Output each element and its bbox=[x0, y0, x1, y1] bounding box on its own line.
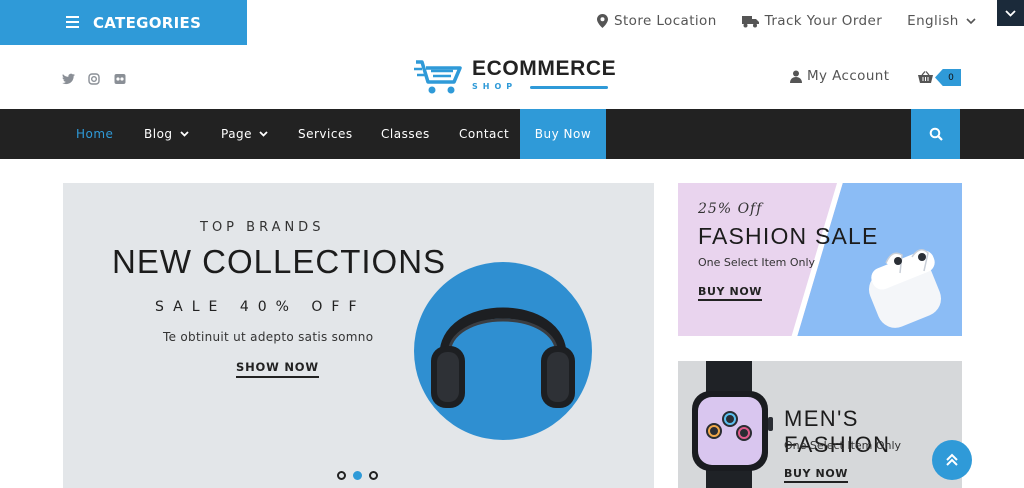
scroll-to-top-button[interactable] bbox=[932, 440, 972, 480]
my-account-link[interactable]: My Account bbox=[790, 68, 889, 84]
nav-item-blog[interactable]: Blog bbox=[144, 109, 189, 159]
nav-item-classes[interactable]: Classes bbox=[381, 109, 430, 159]
search-icon bbox=[929, 127, 943, 141]
nav-item-label: Buy Now bbox=[534, 127, 592, 141]
chevron-down-icon bbox=[179, 131, 189, 137]
store-location-label: Store Location bbox=[614, 13, 717, 29]
categories-label: CATEGORIES bbox=[93, 13, 202, 32]
brand-logo[interactable]: ECOMMERCE SHOP bbox=[414, 56, 617, 100]
promo-discount: 25% Off bbox=[698, 201, 763, 217]
nav-item-home[interactable]: Home bbox=[76, 109, 113, 159]
promo-subtitle: One Select Item Only bbox=[784, 439, 902, 452]
hero-slider: TOP BRANDS NEW COLLECTIONS SALE 40% OFF … bbox=[63, 183, 654, 488]
hero-eyebrow: TOP BRANDS bbox=[200, 220, 325, 235]
slider-dot[interactable] bbox=[337, 471, 346, 480]
slider-dot[interactable] bbox=[369, 471, 378, 480]
promo-title: FASHION SALE bbox=[698, 223, 879, 249]
promo-fashion-sale[interactable]: 25% Off FASHION SALE One Select Item Onl… bbox=[678, 183, 962, 336]
cart-button[interactable]: 0 bbox=[918, 69, 961, 86]
menu-icon bbox=[66, 16, 79, 28]
categories-button[interactable]: CATEGORIES bbox=[0, 0, 247, 45]
slider-dots bbox=[337, 471, 378, 480]
chevron-down-icon bbox=[259, 131, 268, 137]
instagram-icon[interactable] bbox=[88, 70, 101, 85]
cart-logo-icon bbox=[414, 60, 462, 94]
nav-item-label: Contact bbox=[459, 127, 510, 141]
basket-icon bbox=[918, 71, 933, 83]
brand-name: ECOMMERCE bbox=[472, 57, 617, 80]
store-location-link[interactable]: Store Location bbox=[597, 13, 717, 29]
main-nav: Home Blog Page Services Classes Contact … bbox=[0, 109, 1024, 159]
nav-item-contact[interactable]: Contact bbox=[459, 109, 509, 159]
hero-description: Te obtinuit ut adepto satis somno bbox=[163, 330, 374, 344]
nav-item-page[interactable]: Page bbox=[221, 109, 268, 159]
earbuds-image bbox=[868, 249, 942, 328]
promo-buy-now-link[interactable]: BUY NOW bbox=[784, 467, 849, 483]
promo-buy-now-link[interactable]: BUY NOW bbox=[698, 285, 763, 301]
double-chevron-up-icon bbox=[946, 453, 958, 466]
map-pin-icon bbox=[597, 14, 608, 28]
promo-mens-fashion[interactable]: MEN'S FASHION One Select Item Only BUY N… bbox=[678, 361, 962, 488]
nav-item-label: Classes bbox=[381, 127, 430, 141]
slider-dot-active[interactable] bbox=[353, 471, 362, 480]
chevron-down-icon bbox=[1005, 9, 1016, 17]
nav-item-label: Blog bbox=[144, 127, 173, 141]
nav-item-label: Services bbox=[298, 127, 353, 141]
twitter-icon[interactable] bbox=[62, 70, 75, 85]
language-select[interactable]: English bbox=[907, 13, 976, 29]
chevron-down-icon bbox=[966, 17, 976, 24]
brand-subtitle: SHOP bbox=[472, 82, 518, 91]
track-order-link[interactable]: Track Your Order bbox=[741, 13, 883, 29]
flickr-icon[interactable] bbox=[114, 70, 127, 84]
truck-icon bbox=[741, 15, 759, 27]
user-icon bbox=[790, 70, 802, 83]
social-links bbox=[62, 70, 127, 85]
nav-item-buy-now[interactable]: Buy Now bbox=[520, 109, 606, 159]
language-label: English bbox=[907, 13, 959, 29]
hero-title: NEW COLLECTIONS bbox=[112, 243, 447, 280]
page: CATEGORIES Store Location Track Your Ord… bbox=[0, 0, 1024, 488]
top-links: Store Location Track Your Order English bbox=[597, 13, 976, 29]
hero-sale-text: SALE 40% OFF bbox=[155, 299, 366, 315]
my-account-label: My Account bbox=[807, 68, 890, 84]
promo-subtitle: One Select Item Only bbox=[698, 256, 816, 269]
smartwatch-image bbox=[692, 361, 773, 488]
search-button[interactable] bbox=[911, 109, 960, 159]
headphones-image bbox=[431, 307, 575, 408]
nav-item-label: Home bbox=[76, 127, 114, 141]
cart-count-badge: 0 bbox=[935, 69, 961, 86]
show-now-link[interactable]: SHOW NOW bbox=[236, 360, 319, 378]
top-dropdown-toggle[interactable] bbox=[997, 0, 1024, 26]
track-order-label: Track Your Order bbox=[764, 13, 883, 29]
brand-underline bbox=[530, 86, 608, 89]
nav-item-services[interactable]: Services bbox=[298, 109, 353, 159]
nav-item-label: Page bbox=[221, 127, 253, 141]
